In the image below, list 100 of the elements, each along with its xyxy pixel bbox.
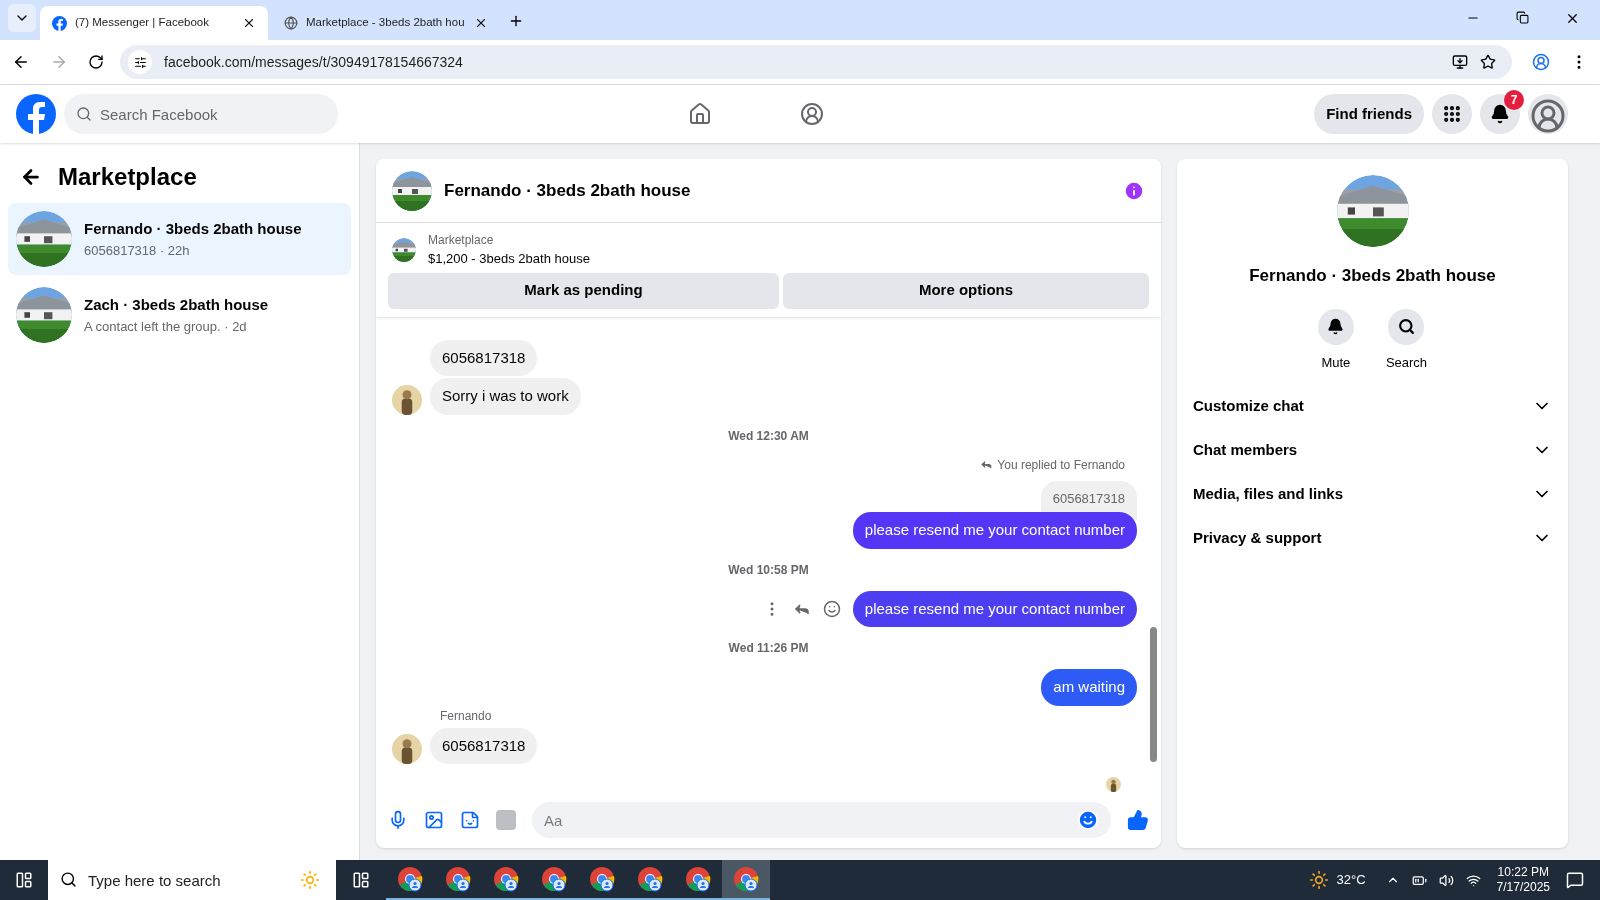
avatar: [392, 384, 422, 415]
sender-name: Fernando: [440, 707, 493, 724]
close-icon[interactable]: [474, 16, 488, 30]
reload-icon[interactable]: [88, 54, 104, 70]
timestamp: Wed 10:58 PM: [728, 561, 809, 578]
section-label: Chat members: [1193, 439, 1299, 460]
message-bubble: am waiting: [1041, 669, 1137, 706]
browser-icon: [445, 866, 471, 892]
facebook-logo[interactable]: [52, 15, 67, 31]
avatar: [392, 734, 422, 764]
contact-name: Fernando · 3beds 2bath house: [1249, 265, 1496, 287]
microphone-icon[interactable]: [388, 810, 408, 830]
back-icon[interactable]: [12, 53, 30, 71]
back-arrow-icon[interactable]: [20, 166, 42, 188]
temperature: 32°C: [1336, 871, 1366, 890]
timestamp: Wed 11:26 PM: [728, 640, 809, 656]
network-icon[interactable]: [1465, 872, 1481, 888]
groups-icon[interactable]: [800, 102, 825, 126]
like-icon[interactable]: [1127, 809, 1149, 831]
action-label: Search: [1385, 353, 1428, 372]
browser-icon: [493, 866, 519, 892]
close-window-icon[interactable]: [1565, 11, 1580, 26]
conversation-name: Fernando · 3beds 2bath house: [84, 219, 302, 239]
clock-date: 7/17/2025: [1496, 880, 1550, 895]
browser-tab[interactable]: Marketplace - 3beds 2bath hou: [272, 6, 500, 40]
reply-note: You replied to Fernando: [980, 456, 1125, 473]
conversation-name: Zach · 3beds 2bath house: [84, 295, 269, 315]
menu-button[interactable]: [1432, 94, 1472, 134]
message-bubble: 6056817318: [430, 727, 538, 764]
home-icon[interactable]: [688, 102, 713, 126]
conversation-preview: 6056817318 · 22h: [84, 241, 191, 260]
listing-action-button[interactable]: More options: [783, 272, 1149, 309]
grid-icon: [1442, 104, 1462, 124]
browser-icon: [733, 866, 759, 892]
close-icon[interactable]: [242, 16, 256, 30]
task-view-icon[interactable]: [352, 871, 370, 889]
user-icon: [1530, 98, 1566, 134]
site-settings-icon: [133, 55, 147, 69]
message-field[interactable]: Aa: [532, 802, 1111, 838]
search-icon: [60, 871, 77, 888]
tab-search-button[interactable]: [8, 4, 36, 32]
search-icon: [76, 106, 92, 122]
browser-tab[interactable]: (7) Messenger | Facebook: [40, 6, 268, 40]
action-label: Mute: [1321, 353, 1351, 372]
listing-source: Marketplace: [428, 232, 495, 249]
message-bubble: Sorry i was to work: [430, 378, 581, 415]
emoji-icon[interactable]: [822, 599, 841, 618]
bell-icon: [1490, 104, 1510, 124]
listing-title: $1,200 - 3beds 2bath house: [428, 250, 590, 268]
bell-icon: [1327, 318, 1345, 335]
timestamp: Wed 12:30 AM: [728, 427, 809, 444]
clock-time: 10:22 PM: [1497, 865, 1549, 880]
section-row[interactable]: Privacy & support: [1185, 516, 1560, 560]
profile-action[interactable]: Search: [1385, 308, 1428, 372]
section-label: Media, files and links: [1193, 483, 1345, 504]
conversation-preview: A contact left the group. · 2d: [84, 317, 248, 336]
conversation-item[interactable]: Zach · 3beds 2bath house A contact left the group. · 2d: [8, 279, 351, 351]
section-label: Privacy & support: [1193, 527, 1323, 548]
browser-icon: [397, 866, 423, 892]
browser-icon: [589, 866, 615, 892]
message-bubble: please resend me your contact number: [852, 590, 1137, 627]
browser-icon: [541, 866, 567, 892]
account-button[interactable]: [1528, 94, 1568, 134]
address-bar[interactable]: facebook.com/messages/t/30949178154667324: [120, 45, 1512, 79]
profile-icon[interactable]: [1532, 53, 1550, 71]
search-field[interactable]: Search Facebook: [64, 94, 338, 134]
avatar: [1106, 777, 1121, 792]
install-icon[interactable]: [1452, 54, 1468, 70]
conversation-item[interactable]: Fernando · 3beds 2bath house 6056817318 · 22h: [8, 203, 351, 275]
notifications-icon[interactable]: [1566, 871, 1584, 889]
facebook-logo[interactable]: [16, 94, 56, 134]
photo-icon[interactable]: [424, 810, 444, 830]
info-icon[interactable]: [1123, 179, 1145, 202]
section-row[interactable]: Media, files and links: [1185, 472, 1560, 516]
message-bubble: 6056817318: [430, 339, 538, 376]
section-label: Customize chat: [1193, 395, 1305, 416]
sidebar-title: Marketplace: [58, 162, 197, 192]
find-friends-button[interactable]: Find friends: [1314, 94, 1424, 134]
taskbar-app[interactable]: [722, 860, 770, 900]
tab-title: (7) Messenger | Facebook: [75, 15, 211, 31]
volume-icon[interactable]: [1438, 872, 1454, 888]
section-row[interactable]: Chat members: [1185, 428, 1560, 472]
notification-badge: 7: [1504, 90, 1524, 110]
new-tab-icon[interactable]: [508, 13, 524, 29]
url-text: facebook.com/messages/t/30949178154667324: [164, 52, 464, 72]
sticker-icon[interactable]: [460, 810, 480, 830]
reply-icon: [980, 458, 994, 471]
taskbar-search-field[interactable]: Type here to search: [48, 860, 336, 900]
globe-icon: [284, 16, 298, 30]
tab-title: Marketplace - 3beds 2bath hou: [306, 15, 466, 31]
listing-action-button[interactable]: Mark as pending: [388, 272, 779, 309]
bookmark-icon[interactable]: [1480, 54, 1496, 70]
section-row[interactable]: Customize chat: [1185, 384, 1560, 428]
weather-icon[interactable]: [1308, 870, 1329, 890]
search-icon: [1398, 318, 1415, 335]
browser-icon: [637, 866, 663, 892]
browser-icon: [685, 866, 711, 892]
message-bubble: please resend me your contact number: [852, 512, 1137, 549]
scrollbar-thumb[interactable]: [1150, 626, 1157, 762]
restore-icon[interactable]: [1516, 11, 1529, 24]
